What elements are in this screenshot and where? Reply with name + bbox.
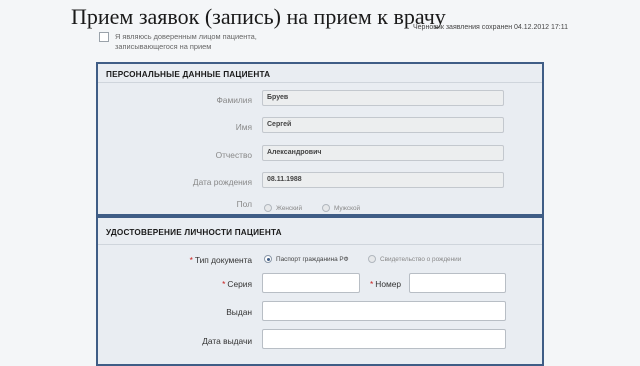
doc-type-label-text: Тип документа (194, 255, 252, 265)
gender-female-label: Женский (276, 205, 303, 212)
number-label-text: Номер (375, 279, 402, 289)
series-label: * Серия (222, 279, 252, 289)
personal-data-section: ПЕРСОНАЛЬНЫЕ ДАННЫЕ ПАЦИЕНТА Фамилия Бру… (96, 62, 544, 216)
gender-female-radio[interactable] (264, 204, 272, 212)
patronymic-field[interactable]: Александрович (262, 145, 504, 161)
name-field[interactable]: Сергей (262, 117, 504, 133)
patronymic-label: Отчество (215, 150, 252, 160)
required-mark: * (370, 279, 374, 289)
gender-male-radio[interactable] (322, 204, 330, 212)
issue-date-label: Дата выдачи (202, 336, 252, 346)
surname-field[interactable]: Бруев (262, 90, 504, 106)
identity-title: УДОСТОВЕРЕНИЕ ЛИЧНОСТИ ПАЦИЕНТА (106, 228, 282, 237)
issued-by-label: Выдан (226, 307, 252, 317)
doc-passport-radio[interactable] (264, 255, 272, 263)
issued-by-field[interactable] (262, 301, 506, 321)
page-title: Прием заявок (запись) на прием к врачу (71, 4, 446, 29)
required-mark: * (222, 279, 226, 289)
draft-status: Черновик заявления сохранен 04.12.2012 1… (413, 24, 569, 31)
doc-birth-certificate-radio[interactable] (368, 255, 376, 263)
gender-label: Пол (236, 199, 252, 209)
section-divider (98, 82, 542, 83)
issue-date-field[interactable] (262, 329, 506, 349)
number-field[interactable] (409, 273, 506, 293)
doc-passport-label: Паспорт гражданина РФ (276, 256, 349, 263)
doc-birth-certificate-label: Свидетельство о рождении (380, 256, 462, 263)
series-label-text: Серия (227, 279, 252, 289)
proxy-checkbox-label: Я являюсь доверенным лицом пациента, зап… (115, 32, 257, 51)
gender-male-label: Мужской (334, 205, 361, 212)
series-field[interactable] (262, 273, 360, 293)
name-label: Имя (235, 122, 252, 132)
birthdate-label: Дата рождения (192, 177, 252, 187)
personal-data-title: ПЕРСОНАЛЬНЫЕ ДАННЫЕ ПАЦИЕНТА (106, 70, 271, 79)
surname-label: Фамилия (216, 95, 252, 105)
birthdate-field[interactable]: 08.11.1988 (262, 172, 504, 188)
proxy-checkbox[interactable] (99, 32, 109, 42)
required-mark: * (189, 255, 193, 265)
section-divider (98, 244, 542, 245)
number-label: * Номер (370, 279, 401, 289)
identity-section: УДОСТОВЕРЕНИЕ ЛИЧНОСТИ ПАЦИЕНТА * Тип док… (96, 216, 544, 366)
doc-type-label: * Тип документа (190, 255, 252, 265)
